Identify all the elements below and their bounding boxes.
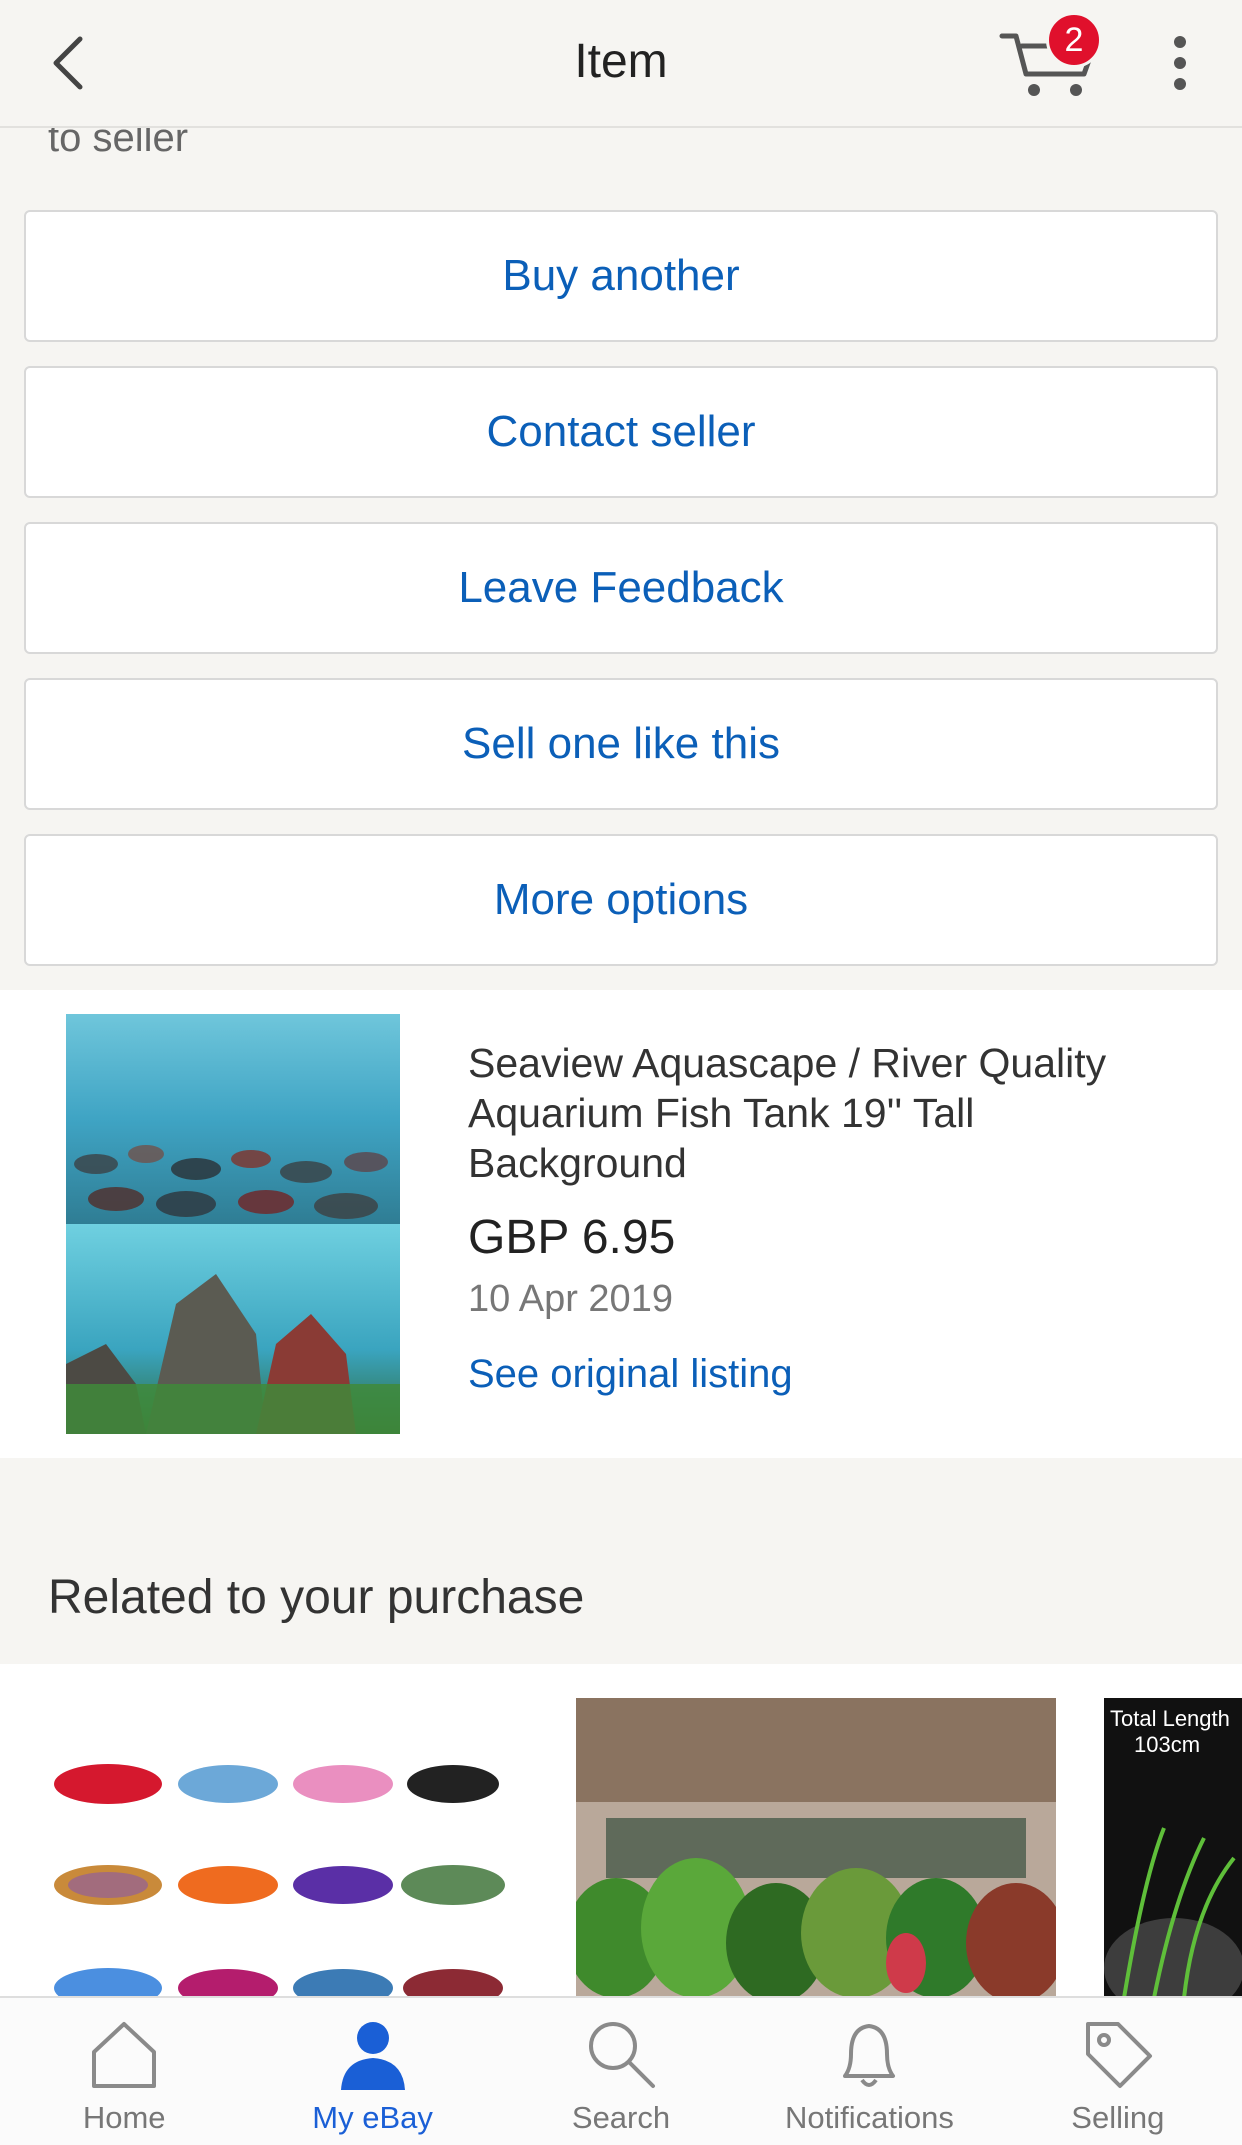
- bottom-navigation: Home My eBay Search Notifications Sellin…: [0, 1996, 1242, 2145]
- nav-label: My eBay: [312, 2100, 433, 2135]
- nav-home[interactable]: Home: [0, 1998, 248, 2145]
- contact-seller-button[interactable]: Contact seller: [24, 366, 1218, 498]
- dot-icon: [1174, 36, 1186, 48]
- item-price: GBP 6.95: [468, 1211, 676, 1264]
- purchased-item-card[interactable]: Seaview Aquascape / River Quality Aquari…: [0, 990, 1242, 1458]
- total-length-label: Total Length 103cm: [1110, 1706, 1230, 1757]
- related-items-carousel[interactable]: Total Length 103cm: [0, 1664, 1242, 2004]
- home-icon: [92, 2022, 157, 2088]
- leave-feedback-button[interactable]: Leave Feedback: [24, 522, 1218, 654]
- nav-label: Selling: [1071, 2100, 1165, 2135]
- related-item-card[interactable]: [48, 1698, 528, 2004]
- nav-notifications[interactable]: Notifications: [745, 1998, 993, 2145]
- purchase-date: 10 Apr 2019: [468, 1278, 673, 1320]
- buy-another-button[interactable]: Buy another: [24, 210, 1218, 342]
- nav-selling[interactable]: Selling: [994, 1998, 1242, 2145]
- top-bar: Item 2: [0, 0, 1242, 128]
- sell-one-like-this-button[interactable]: Sell one like this: [24, 678, 1218, 810]
- search-icon: [589, 2022, 656, 2088]
- nav-label: Notifications: [784, 2100, 954, 2135]
- bell-icon: [843, 2024, 896, 2087]
- nav-my-ebay[interactable]: My eBay: [248, 1998, 496, 2145]
- see-original-listing-link[interactable]: See original listing: [468, 1352, 793, 1397]
- related-heading: Related to your purchase: [48, 1571, 585, 1624]
- related-item-card[interactable]: Total Length 103cm: [1104, 1698, 1242, 2004]
- more-options-button[interactable]: More options: [24, 834, 1218, 966]
- nav-label: Home: [82, 2100, 166, 2135]
- related-item-card[interactable]: [576, 1698, 1056, 2004]
- more-menu-button[interactable]: [1160, 30, 1200, 96]
- tag-icon: [1085, 2022, 1152, 2088]
- dot-icon: [1174, 78, 1186, 90]
- item-title[interactable]: Seaview Aquascape / River Quality Aquari…: [468, 1038, 1188, 1188]
- nav-search[interactable]: Search: [497, 1998, 745, 2145]
- cart-count-badge: 2: [1046, 12, 1102, 68]
- item-thumbnail[interactable]: [66, 1014, 400, 1434]
- dot-icon: [1174, 57, 1186, 69]
- nav-label: Search: [571, 2100, 671, 2135]
- person-icon: [340, 2022, 405, 2090]
